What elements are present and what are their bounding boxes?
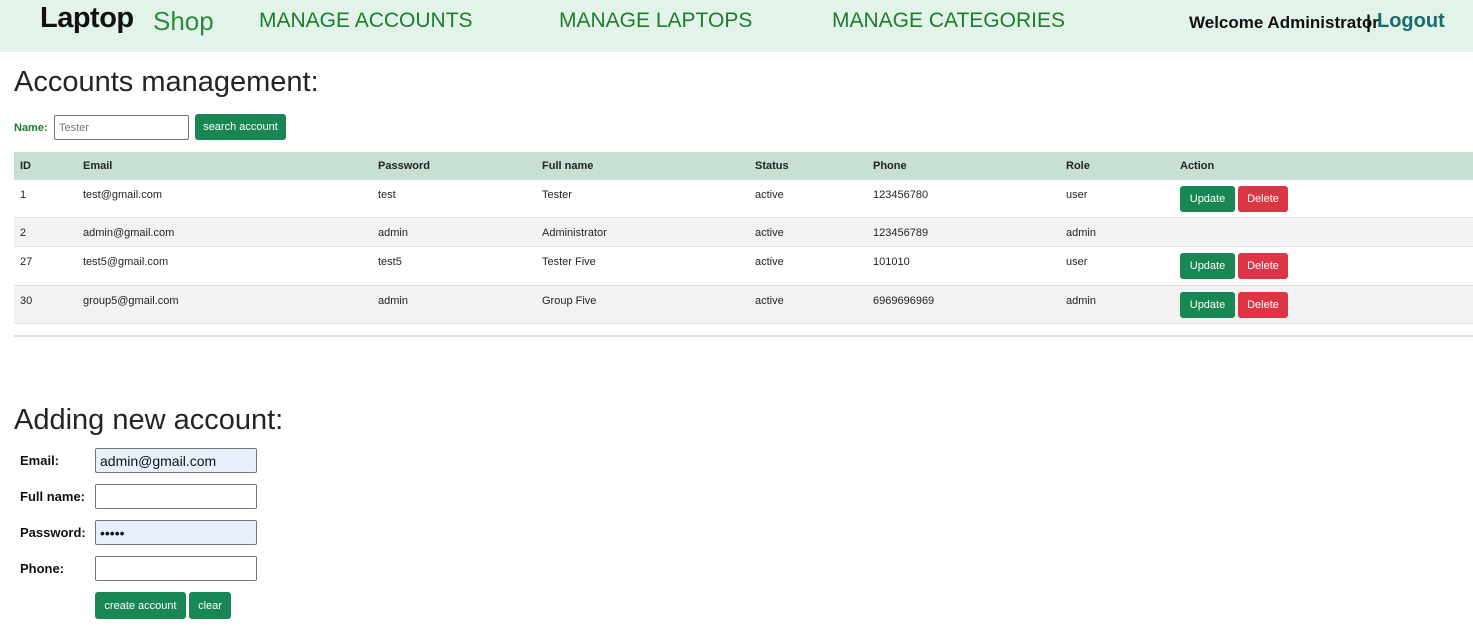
cell-password: test5 — [378, 256, 402, 268]
cell-password: admin — [378, 227, 408, 239]
cell-phone: 123456789 — [873, 227, 929, 239]
column-header-id: ID — [20, 160, 31, 172]
cell-phone: 101010 — [873, 256, 910, 268]
cell-id: 1 — [20, 189, 27, 201]
cell-role: user — [1066, 189, 1088, 201]
search-name-label: Name: — [14, 122, 48, 134]
cell-full-name: Tester Five — [542, 256, 596, 268]
logo-text-shop: Shop — [153, 6, 214, 36]
password-label: Password: — [20, 525, 86, 540]
column-header-full-name: Full name — [542, 160, 594, 172]
nav-manage-laptops[interactable]: MANAGE LAPTOPS — [559, 9, 752, 33]
cell-id: 27 — [20, 256, 33, 268]
phone-field[interactable] — [95, 556, 257, 581]
phone-label: Phone: — [20, 561, 65, 576]
cell-full-name: Administrator — [542, 227, 607, 239]
column-header-password: Password — [378, 160, 430, 172]
header-separator: | — [1366, 12, 1372, 32]
email-label: Email: — [20, 453, 60, 468]
update-button[interactable]: Update — [1180, 253, 1235, 279]
column-header-role: Role — [1066, 160, 1090, 172]
cell-password: test — [378, 189, 396, 201]
delete-button[interactable]: Delete — [1238, 253, 1288, 279]
column-header-email: Email — [83, 160, 113, 172]
table-row: 1 test@gmail.com test Tester active 1234… — [14, 180, 1473, 218]
cell-id: 2 — [20, 227, 27, 239]
search-name-input[interactable] — [54, 115, 189, 140]
cell-email: group5@gmail.com — [83, 295, 179, 307]
delete-button[interactable]: Delete — [1238, 292, 1288, 318]
cell-email: admin@gmail.com — [83, 227, 175, 239]
cell-status: active — [755, 189, 784, 201]
cell-phone: 123456780 — [873, 189, 929, 201]
cell-phone: 6969696969 — [873, 295, 935, 307]
add-account-section-title: Adding new account: — [14, 404, 284, 436]
search-account-button[interactable]: search account — [195, 114, 286, 140]
accounts-section-title: Accounts management: — [14, 66, 319, 98]
table-header: ID Email Password Full name Status Phone… — [14, 152, 1473, 180]
cell-full-name: Group Five — [542, 295, 597, 307]
cell-role: user — [1066, 256, 1088, 268]
nav-manage-categories[interactable]: MANAGE CATEGORIES — [832, 9, 1065, 33]
top-navbar: Laptop Shop MANAGE ACCOUNTS MANAGE LAPTO… — [0, 0, 1473, 52]
cell-password: admin — [378, 295, 408, 307]
cell-status: active — [755, 256, 784, 268]
logo-text-laptop: Laptop — [40, 2, 134, 34]
cell-status: active — [755, 295, 784, 307]
create-account-button[interactable]: create account — [95, 592, 186, 619]
full-name-field[interactable] — [95, 484, 257, 509]
table-row: 27 test5@gmail.com test5 Tester Five act… — [14, 247, 1473, 286]
update-button[interactable]: Update — [1180, 292, 1235, 318]
table-divider — [14, 335, 1473, 337]
column-header-phone: Phone — [873, 160, 907, 172]
welcome-text: Welcome Administrator — [1189, 13, 1379, 32]
email-field[interactable] — [95, 448, 257, 473]
update-button[interactable]: Update — [1180, 186, 1235, 212]
full-name-label: Full name: — [20, 489, 86, 504]
password-field[interactable] — [95, 520, 257, 545]
table-row: 2 admin@gmail.com admin Administrator ac… — [14, 218, 1473, 247]
cell-role: admin — [1066, 227, 1096, 239]
table-row: 30 group5@gmail.com admin Group Five act… — [14, 286, 1473, 324]
column-header-action: Action — [1180, 160, 1215, 172]
cell-email: test@gmail.com — [83, 189, 163, 201]
logout-link[interactable]: Logout — [1377, 10, 1445, 33]
cell-full-name: Tester — [542, 189, 572, 201]
delete-button[interactable]: Delete — [1238, 186, 1288, 212]
nav-manage-accounts[interactable]: MANAGE ACCOUNTS — [259, 9, 473, 33]
cell-status: active — [755, 227, 784, 239]
cell-id: 30 — [20, 295, 33, 307]
cell-email: test5@gmail.com — [83, 256, 169, 268]
clear-button[interactable]: clear — [189, 592, 231, 619]
column-header-status: Status — [755, 160, 789, 172]
cell-role: admin — [1066, 295, 1096, 307]
